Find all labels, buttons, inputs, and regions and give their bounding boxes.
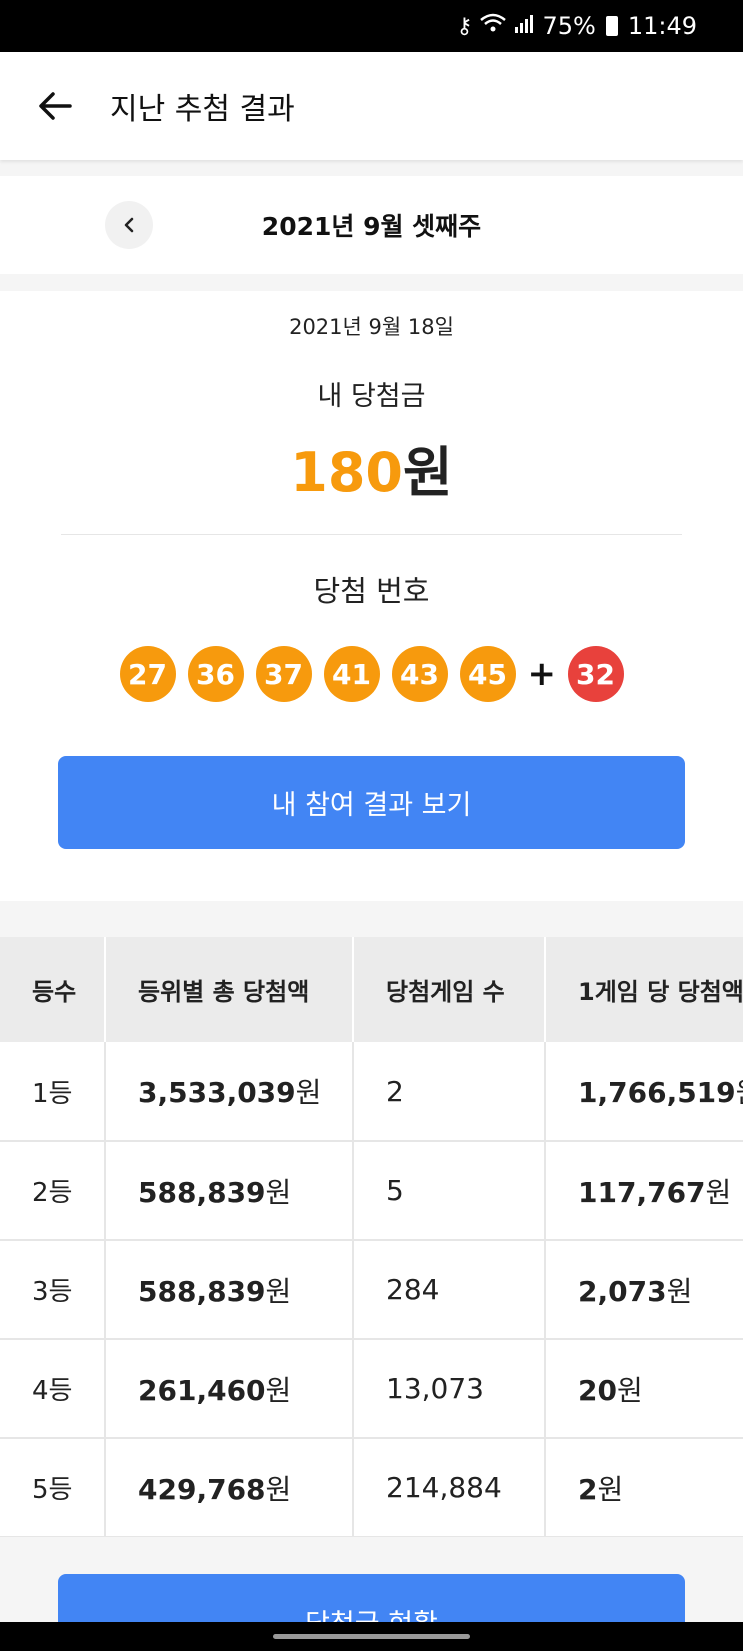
lotto-ball: 43 — [391, 646, 448, 702]
per-game-cell: 2원 — [545, 1438, 743, 1537]
total-prize-value: 3,533,039 — [138, 1076, 296, 1109]
per-game-value: 20 — [578, 1373, 617, 1407]
wifi-icon — [480, 12, 507, 40]
total-prize-value: 588,839 — [138, 1274, 266, 1308]
my-prize-amount: 180원 — [0, 428, 743, 507]
lotto-ball: 27 — [119, 646, 176, 702]
week-selector: 2021년 9월 셋째주 — [0, 176, 743, 274]
result-card: 2021년 9월 18일 내 당첨금 180원 당첨 번호 27 36 37 4… — [0, 291, 743, 901]
table-row: 3등 588,839원 284 2,073원 — [0, 1240, 743, 1340]
per-game-cell: 117,767원 — [545, 1141, 743, 1241]
total-prize-unit: 원 — [265, 1175, 292, 1209]
my-prize-number: 180 — [290, 441, 404, 504]
table-header-row: 등수 등위별 총 당첨액 당첨게임 수 1게임 당 당첨액 — [0, 937, 743, 1042]
chevron-left-icon — [124, 217, 134, 233]
plus-sign: + — [527, 654, 557, 694]
back-button[interactable] — [0, 52, 110, 160]
per-game-unit: 원 — [616, 1373, 643, 1407]
games-cell: 284 — [353, 1240, 546, 1340]
total-prize-unit: 원 — [265, 1274, 292, 1308]
week-title: 2021년 9월 셋째주 — [261, 212, 482, 241]
key-icon: ⚷ — [456, 13, 473, 39]
per-game-unit: 원 — [597, 1472, 624, 1506]
divider — [61, 534, 682, 535]
home-handle[interactable] — [273, 1634, 470, 1639]
per-game-cell: 1,766,519원 — [545, 1042, 743, 1142]
battery-percent: 75% — [542, 12, 596, 40]
rank-cell: 4등 — [0, 1339, 106, 1439]
per-game-value: 1,766,519 — [578, 1076, 736, 1109]
signal-icon — [514, 13, 534, 39]
draw-date: 2021년 9월 18일 — [289, 315, 454, 339]
per-game-unit: 원 — [705, 1175, 732, 1209]
previous-week-button[interactable] — [105, 201, 153, 249]
per-game-value: 2,073 — [578, 1274, 667, 1308]
rank-cell: 3등 — [0, 1240, 106, 1340]
table-row: 4등 261,460원 13,073 20원 — [0, 1339, 743, 1439]
total-prize-unit: 원 — [295, 1076, 322, 1109]
app-bar: 지난 추첨 결과 — [0, 52, 743, 160]
games-cell: 5 — [353, 1141, 546, 1241]
total-prize-cell: 588,839원 — [105, 1141, 354, 1241]
clock: 11:49 — [627, 12, 697, 40]
status-bar: ⚷ 75% 11:49 — [0, 0, 743, 52]
rank-cell: 2등 — [0, 1141, 106, 1241]
total-prize-cell: 3,533,039원 — [105, 1042, 354, 1142]
rank-cell: 5등 — [0, 1438, 106, 1537]
total-prize-value: 588,839 — [138, 1175, 266, 1209]
my-prize-label: 내 당첨금 — [317, 381, 426, 412]
winning-numbers-label: 당첨 번호 — [313, 574, 430, 608]
per-game-value: 117,767 — [578, 1175, 706, 1209]
per-game-unit: 원 — [736, 1076, 743, 1109]
per-game-value: 2 — [578, 1472, 598, 1506]
per-game-cell: 20원 — [545, 1339, 743, 1439]
header-rank: 등수 — [0, 937, 106, 1042]
bonus-ball: 32 — [567, 646, 624, 702]
view-my-results-button[interactable]: 내 참여 결과 보기 — [58, 756, 685, 849]
total-prize-value: 261,460 — [138, 1373, 266, 1407]
total-prize-cell: 429,768원 — [105, 1438, 354, 1537]
lotto-ball: 37 — [255, 646, 312, 702]
lotto-ball: 41 — [323, 646, 380, 702]
arrow-left-icon — [39, 92, 72, 120]
navigation-bar — [0, 1622, 743, 1651]
total-prize-cell: 261,460원 — [105, 1339, 354, 1439]
battery-icon — [605, 16, 618, 36]
header-total-prize: 등위별 총 당첨액 — [105, 937, 354, 1042]
my-prize-unit: 원 — [403, 441, 453, 504]
games-cell: 2 — [353, 1042, 546, 1142]
total-prize-unit: 원 — [265, 1373, 292, 1407]
rank-cell: 1등 — [0, 1042, 106, 1142]
games-cell: 214,884 — [353, 1438, 546, 1537]
per-game-cell: 2,073원 — [545, 1240, 743, 1340]
table-row: 5등 429,768원 214,884 2원 — [0, 1438, 743, 1537]
page-title: 지난 추첨 결과 — [110, 92, 295, 127]
total-prize-unit: 원 — [265, 1472, 292, 1506]
total-prize-cell: 588,839원 — [105, 1240, 354, 1340]
prize-table: 등수 등위별 총 당첨액 당첨게임 수 1게임 당 당첨액 1등 3,533,0… — [0, 937, 743, 1537]
header-prize-per-game: 1게임 당 당첨액 — [545, 937, 743, 1042]
games-cell: 13,073 — [353, 1339, 546, 1439]
lotto-ball: 36 — [187, 646, 244, 702]
winning-numbers: 27 36 37 41 43 45 + 32 — [0, 646, 743, 702]
per-game-unit: 원 — [666, 1274, 693, 1308]
total-prize-value: 429,768 — [138, 1472, 266, 1506]
table-row: 2등 588,839원 5 117,767원 — [0, 1141, 743, 1241]
header-winning-games: 당첨게임 수 — [353, 937, 546, 1042]
table-row: 1등 3,533,039원 2 1,766,519원 — [0, 1042, 743, 1142]
lotto-ball: 45 — [459, 646, 516, 702]
